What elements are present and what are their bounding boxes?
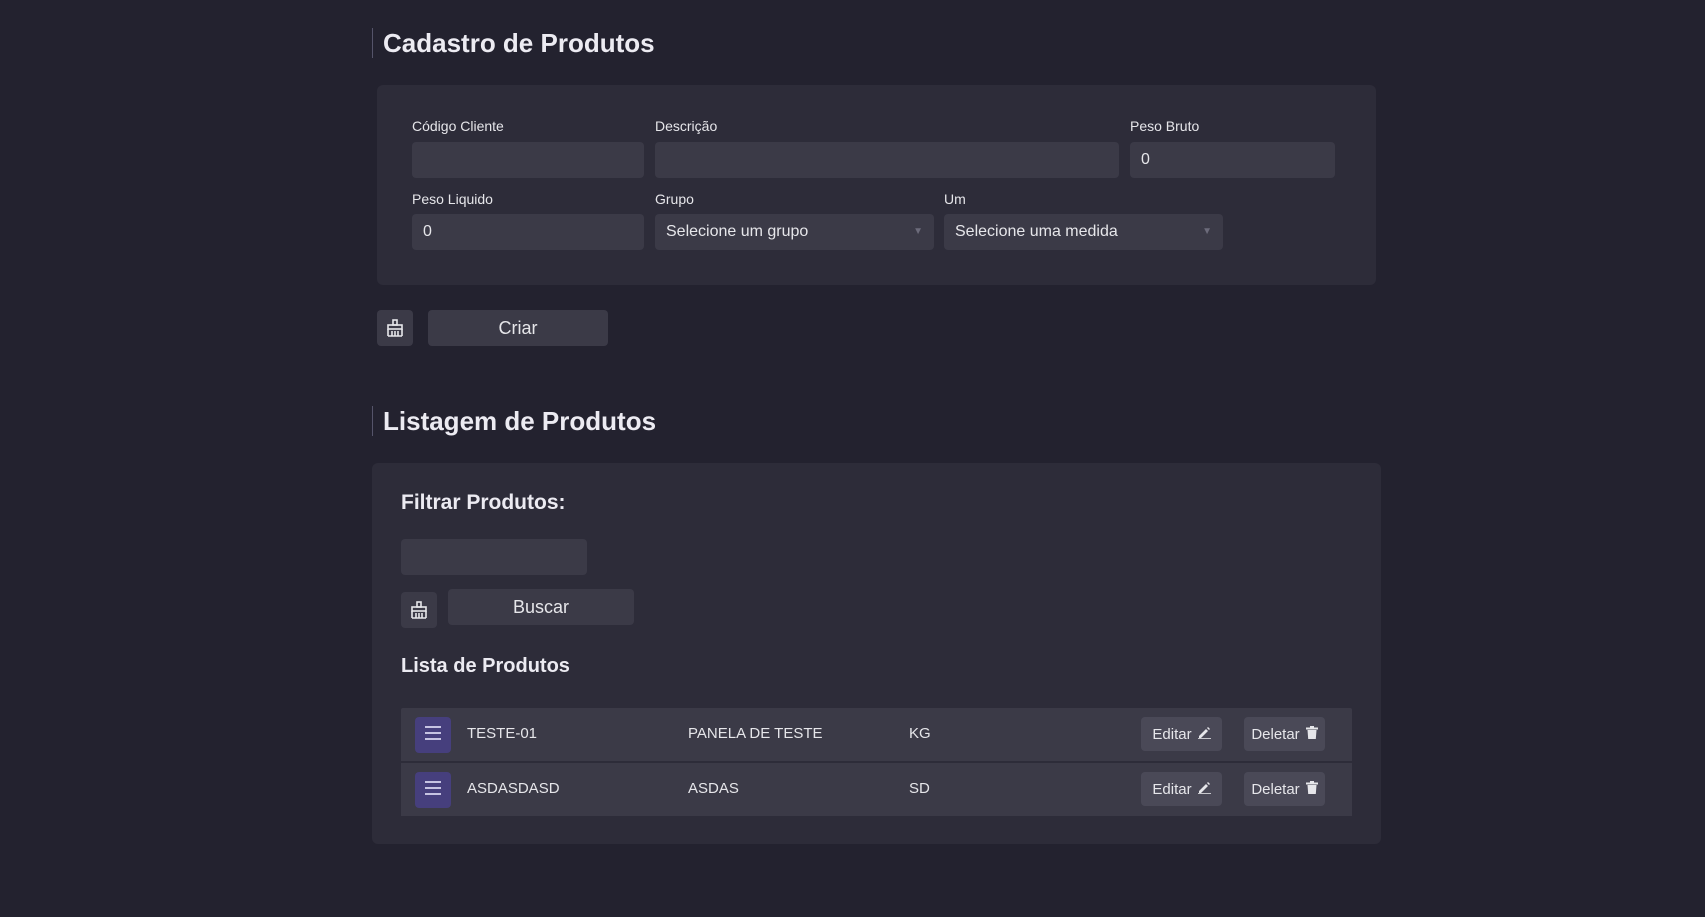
row-menu-button[interactable] [415,772,451,808]
broom-icon [385,318,405,338]
table-row: TESTE-01 PANELA DE TESTE KG Editar Delet… [401,708,1352,763]
peso-bruto-input[interactable] [1130,142,1335,178]
list-title: Lista de Produtos [401,655,570,677]
broom-icon [409,600,429,620]
descricao-label: Descrição [655,118,718,134]
edit-button[interactable]: Editar [1141,717,1222,751]
trash-icon [1305,780,1318,798]
um-select-value: Selecione uma medida [955,223,1118,240]
um-label: Um [944,191,966,207]
table-row: ASDASDASD ASDAS SD Editar Deletar [401,763,1352,818]
edit-button[interactable]: Editar [1141,772,1222,806]
chevron-down-icon: ▼ [913,226,923,237]
product-um: KG [909,725,931,742]
search-button[interactable]: Buscar [448,589,634,625]
row-menu-button[interactable] [415,717,451,753]
um-select[interactable]: Selecione uma medida ▼ [944,214,1223,250]
hamburger-icon [423,725,443,746]
chevron-down-icon: ▼ [1202,226,1212,237]
product-codigo: ASDASDASD [467,780,560,797]
delete-button-label: Deletar [1251,725,1300,743]
product-codigo: TESTE-01 [467,725,538,742]
delete-button[interactable]: Deletar [1244,717,1325,751]
clear-form-button[interactable] [377,310,413,346]
product-list: TESTE-01 PANELA DE TESTE KG Editar Delet… [401,708,1352,818]
create-button[interactable]: Criar [428,310,608,346]
product-um: SD [909,780,930,797]
trash-icon [1305,725,1318,743]
delete-button[interactable]: Deletar [1244,772,1325,806]
edit-button-label: Editar [1152,780,1192,798]
codigo-cliente-label: Código Cliente [412,118,504,134]
peso-liquido-input[interactable] [412,214,644,250]
grupo-label: Grupo [655,191,694,207]
grupo-select-value: Selecione um grupo [666,223,809,240]
filter-input[interactable] [401,539,587,575]
product-descricao: PANELA DE TESTE [688,725,823,742]
product-descricao: ASDAS [688,780,739,797]
peso-liquido-label: Peso Liquido [412,191,493,207]
filter-title: Filtrar Produtos: [401,491,566,514]
cadastro-form-panel: Código Cliente Descrição Peso Bruto Peso… [377,85,1376,285]
hamburger-icon [423,780,443,801]
page-title-listagem: Listagem de Produtos [372,406,656,436]
grupo-select[interactable]: Selecione um grupo ▼ [655,214,934,250]
codigo-cliente-input[interactable] [412,142,644,178]
pencil-icon [1197,726,1211,743]
descricao-input[interactable] [655,142,1119,178]
peso-bruto-label: Peso Bruto [1130,118,1200,134]
pencil-icon [1197,781,1211,798]
clear-filter-button[interactable] [401,592,437,628]
page-title-cadastro: Cadastro de Produtos [372,28,655,58]
edit-button-label: Editar [1152,725,1192,743]
delete-button-label: Deletar [1251,780,1300,798]
